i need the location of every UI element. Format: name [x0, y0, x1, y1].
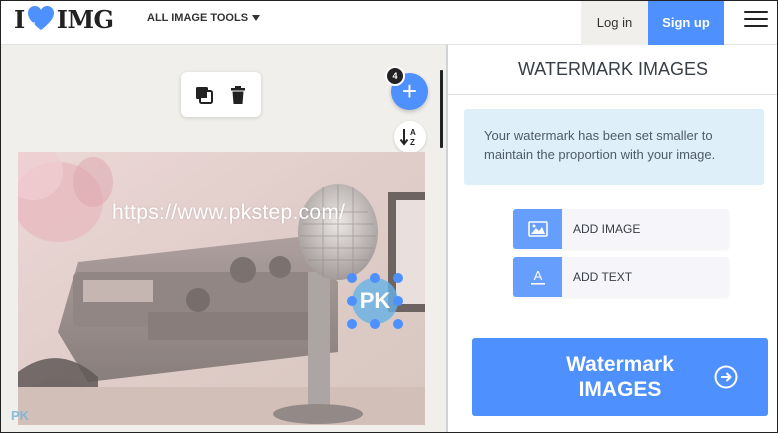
arrow-right-circle-icon [714, 365, 738, 389]
resize-handle-top[interactable] [370, 273, 380, 283]
svg-text:A: A [533, 268, 542, 283]
plus-icon: + [401, 75, 418, 106]
resize-handle-right[interactable] [393, 296, 403, 306]
top-header: I IMG ALL IMAGE TOOLS Log in Sign up [0, 0, 778, 45]
resize-handle-bottom-right[interactable] [393, 319, 403, 329]
tools-menu-label: ALL IMAGE TOOLS [147, 12, 249, 24]
add-text-label: ADD TEXT [573, 270, 633, 284]
resize-handle-left[interactable] [347, 296, 357, 306]
logo-letters-img: IMG [56, 4, 114, 34]
workspace-scrollbar[interactable] [440, 70, 443, 148]
submit-label-line-2: IMAGES [578, 378, 662, 401]
caret-down-icon [252, 15, 261, 21]
submit-label-line-1: Watermark [566, 353, 674, 376]
image-preview-card[interactable]: https://www.pkstep.com/ PK [18, 152, 425, 425]
add-image-button[interactable]: ADD IMAGE [513, 209, 729, 249]
text-watermark[interactable]: https://www.pkstep.com/ [112, 201, 345, 225]
corner-watermark-label: PK [11, 408, 30, 423]
ilovimg-logo[interactable]: I IMG [14, 4, 114, 34]
trash-icon[interactable] [227, 84, 249, 106]
hamburger-line [744, 18, 768, 20]
signup-button[interactable]: Sign up [648, 0, 724, 45]
layer-toolbar [181, 72, 261, 117]
layers-icon[interactable] [193, 84, 215, 106]
add-text-button[interactable]: A ADD TEXT [513, 257, 729, 297]
sidebar-title: WATERMARK IMAGES [448, 45, 778, 95]
pk-logo-watermark: PK [352, 278, 398, 324]
sort-az-button[interactable]: A Z [394, 121, 426, 153]
add-image-label: ADD IMAGE [573, 222, 641, 236]
svg-text:Z: Z [410, 138, 415, 147]
editor-workspace: 4 + A Z https://www.pkstep.com/ PK PK [0, 45, 446, 433]
svg-text:A: A [410, 128, 416, 137]
logo-letter-i: I [14, 4, 25, 34]
resize-handle-top-right[interactable] [393, 273, 403, 283]
image-watermark[interactable]: PK [347, 273, 403, 329]
login-button[interactable]: Log in [581, 0, 648, 45]
options-sidebar: WATERMARK IMAGES Your watermark has been… [446, 45, 778, 433]
heart-icon [27, 6, 54, 30]
file-count-badge: 4 [385, 66, 405, 86]
sort-az-icon: A Z [399, 128, 416, 147]
hamburger-menu-icon[interactable] [744, 9, 768, 29]
text-icon: A [513, 257, 562, 297]
image-icon [513, 209, 562, 249]
all-image-tools-menu[interactable]: ALL IMAGE TOOLS [147, 12, 261, 24]
hamburger-line [744, 25, 768, 27]
resize-handle-bottom-left[interactable] [347, 319, 357, 329]
info-message-box: Your watermark has been set smaller to m… [464, 109, 764, 185]
resize-handle-top-left[interactable] [347, 273, 357, 283]
watermark-images-submit-button[interactable]: Watermark IMAGES [472, 338, 768, 416]
resize-handle-bottom[interactable] [370, 319, 380, 329]
hamburger-line [744, 11, 768, 13]
